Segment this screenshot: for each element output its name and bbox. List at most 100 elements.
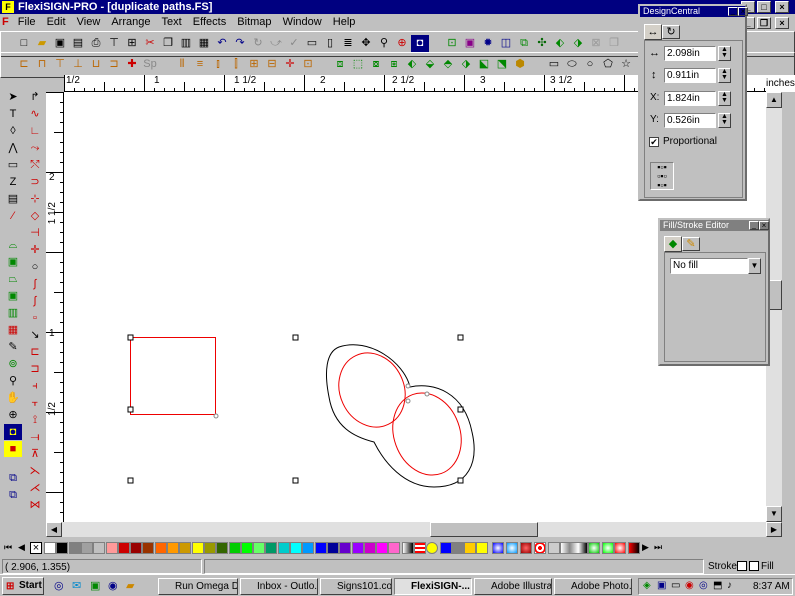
menu-arrange[interactable]: Arrange xyxy=(107,14,154,31)
chevron-down-icon[interactable]: ▼ xyxy=(748,258,761,274)
node-handle-2-icon[interactable]: ⫟ xyxy=(26,395,44,411)
color-swatch[interactable] xyxy=(93,542,106,554)
break-node-icon[interactable]: ⤲ xyxy=(26,157,44,173)
tab-size-icon[interactable]: ↔ xyxy=(644,24,662,40)
pattern-swatch[interactable] xyxy=(452,542,464,554)
path-blend-icon[interactable]: ⬢ xyxy=(511,56,529,74)
menu-text[interactable]: Text xyxy=(158,14,186,31)
radial-swatch[interactable] xyxy=(506,542,518,554)
pattern-swatch[interactable] xyxy=(440,542,452,554)
panel-close-button[interactable]: × xyxy=(738,7,748,16)
color-swatch[interactable] xyxy=(56,542,69,554)
color-swatch[interactable] xyxy=(117,542,130,554)
node-icon[interactable]: ⬖ xyxy=(551,35,569,53)
weld-icon[interactable]: ✹ xyxy=(479,35,497,53)
menu-bitmap[interactable]: Bitmap xyxy=(233,14,275,31)
color-swatch[interactable] xyxy=(203,542,216,554)
nudge-node-icon[interactable]: ✛ xyxy=(26,242,44,258)
color-swatch[interactable] xyxy=(363,542,376,554)
node-point[interactable] xyxy=(405,398,411,404)
pin-node-icon[interactable]: ↘ xyxy=(26,327,44,343)
palette-first-icon[interactable]: ⏮ xyxy=(4,542,12,553)
no-color-swatch[interactable]: × xyxy=(30,542,42,554)
color-swatch[interactable] xyxy=(326,542,339,554)
layers-icon[interactable]: ≣ xyxy=(339,35,357,53)
color-swatch[interactable] xyxy=(191,542,204,554)
folder-quicklaunch-icon[interactable]: ▰ xyxy=(126,579,134,592)
path-subtract-icon[interactable]: ⬚ xyxy=(349,56,367,74)
color-swatch[interactable] xyxy=(179,542,192,554)
color-swatch[interactable] xyxy=(388,542,401,554)
proportional-checkbox[interactable]: ✔ xyxy=(649,137,659,147)
center-icon[interactable]: ✚ xyxy=(123,56,141,74)
align-icon[interactable]: ⊡ xyxy=(443,35,461,53)
pointer-tool-icon[interactable]: ➤ xyxy=(4,89,22,105)
tray-icon[interactable]: ◎ xyxy=(699,580,708,591)
color-swatch[interactable] xyxy=(105,542,118,554)
node-edit-tool-icon[interactable]: ⋀ xyxy=(4,140,22,156)
height-field[interactable]: 0.911in xyxy=(664,68,716,83)
selection-handle[interactable] xyxy=(127,477,134,484)
node-handle-3-icon[interactable]: ⟟ xyxy=(26,412,44,428)
stroke-color-tool-icon[interactable]: ■ xyxy=(4,441,22,457)
path-join-icon[interactable]: ⬙ xyxy=(421,56,439,74)
color-swatch[interactable] xyxy=(339,542,352,554)
task-inbox-outlook[interactable]: Inbox - Outlo... xyxy=(240,578,318,595)
node-handle-5-icon[interactable]: ⊼ xyxy=(26,446,44,462)
polygon-shape-icon[interactable]: ⬠ xyxy=(599,56,617,74)
measure-tool-icon[interactable]: ✎ xyxy=(4,339,22,355)
align-node-icon[interactable]: ⊣ xyxy=(26,225,44,241)
menu-edit[interactable]: Edit xyxy=(43,14,70,31)
panel-close-button[interactable]: × xyxy=(759,221,769,230)
star-shape-icon[interactable]: ☆ xyxy=(617,56,635,74)
width-field[interactable]: 2.098in xyxy=(664,46,716,61)
color-swatch[interactable] xyxy=(376,542,389,554)
path-contour-icon[interactable]: ⬗ xyxy=(457,56,475,74)
path-exclude-icon[interactable]: ⧆ xyxy=(385,56,403,74)
width-spinner[interactable]: ▲ ▼ xyxy=(718,46,731,61)
order-back-icon[interactable]: ⊟ xyxy=(263,56,281,74)
menu-file[interactable]: File xyxy=(14,14,40,31)
tray-icon[interactable]: ◈ xyxy=(643,580,651,591)
save-as-icon[interactable]: ▤ xyxy=(69,35,87,53)
radial-swatch[interactable] xyxy=(602,542,614,554)
menu-help[interactable]: Help xyxy=(329,14,360,31)
ie-quicklaunch-icon[interactable]: ◎ xyxy=(54,579,64,592)
fill-swatch[interactable] xyxy=(749,561,759,571)
align-bottom-icon[interactable]: ⊔ xyxy=(87,56,105,74)
rotate-icon[interactable]: ✣ xyxy=(533,35,551,53)
node-point[interactable] xyxy=(424,391,430,397)
size-width-icon[interactable]: ⫾ xyxy=(209,56,227,74)
path-fill-icon[interactable]: ⬔ xyxy=(493,56,511,74)
print-icon[interactable]: ⎙ xyxy=(87,35,105,53)
doc-icon[interactable]: F xyxy=(0,14,11,31)
shadow-tool-icon[interactable]: ▥ xyxy=(4,305,22,321)
smooth-tool-icon[interactable]: ⤳ xyxy=(26,140,44,156)
check-icon[interactable]: ✓ xyxy=(285,35,303,53)
path-split-icon[interactable]: ⬖ xyxy=(403,56,421,74)
color-swatch[interactable] xyxy=(216,542,229,554)
plot-icon[interactable]: ⊤ xyxy=(105,35,123,53)
start-button[interactable]: ⊞ Start xyxy=(2,577,44,595)
selection-handle[interactable] xyxy=(292,334,299,341)
transform-node-icon[interactable]: ▫ xyxy=(26,310,44,326)
stroke-swatch[interactable] xyxy=(737,561,747,571)
task-flexisign[interactable]: FlexiSIGN-... xyxy=(394,578,472,595)
doc-close-button[interactable]: × xyxy=(775,17,789,29)
flip-icon[interactable]: ⊡ xyxy=(299,56,317,74)
preview-icon[interactable]: ▭ xyxy=(303,35,321,53)
node-point[interactable] xyxy=(213,413,219,419)
app-icon[interactable]: F xyxy=(2,1,14,13)
task-adobe-photoshop[interactable]: Adobe Photo... xyxy=(554,578,632,595)
pan-icon[interactable]: ✥ xyxy=(357,35,375,53)
color-swatch[interactable] xyxy=(240,542,253,554)
bevel-tool-icon[interactable]: ⏢ xyxy=(4,271,22,287)
open-folder-icon[interactable]: ▰ xyxy=(33,35,51,53)
horizontal-scroll-thumb[interactable] xyxy=(430,522,538,537)
volume-icon[interactable]: ♪ xyxy=(727,580,732,591)
node-point[interactable] xyxy=(405,383,411,389)
curve-tool-icon[interactable]: ∿ xyxy=(26,106,44,122)
menu-window[interactable]: Window xyxy=(279,14,326,31)
order-front-icon[interactable]: ⊞ xyxy=(245,56,263,74)
node-handle-icon[interactable]: ⫞ xyxy=(26,378,44,394)
